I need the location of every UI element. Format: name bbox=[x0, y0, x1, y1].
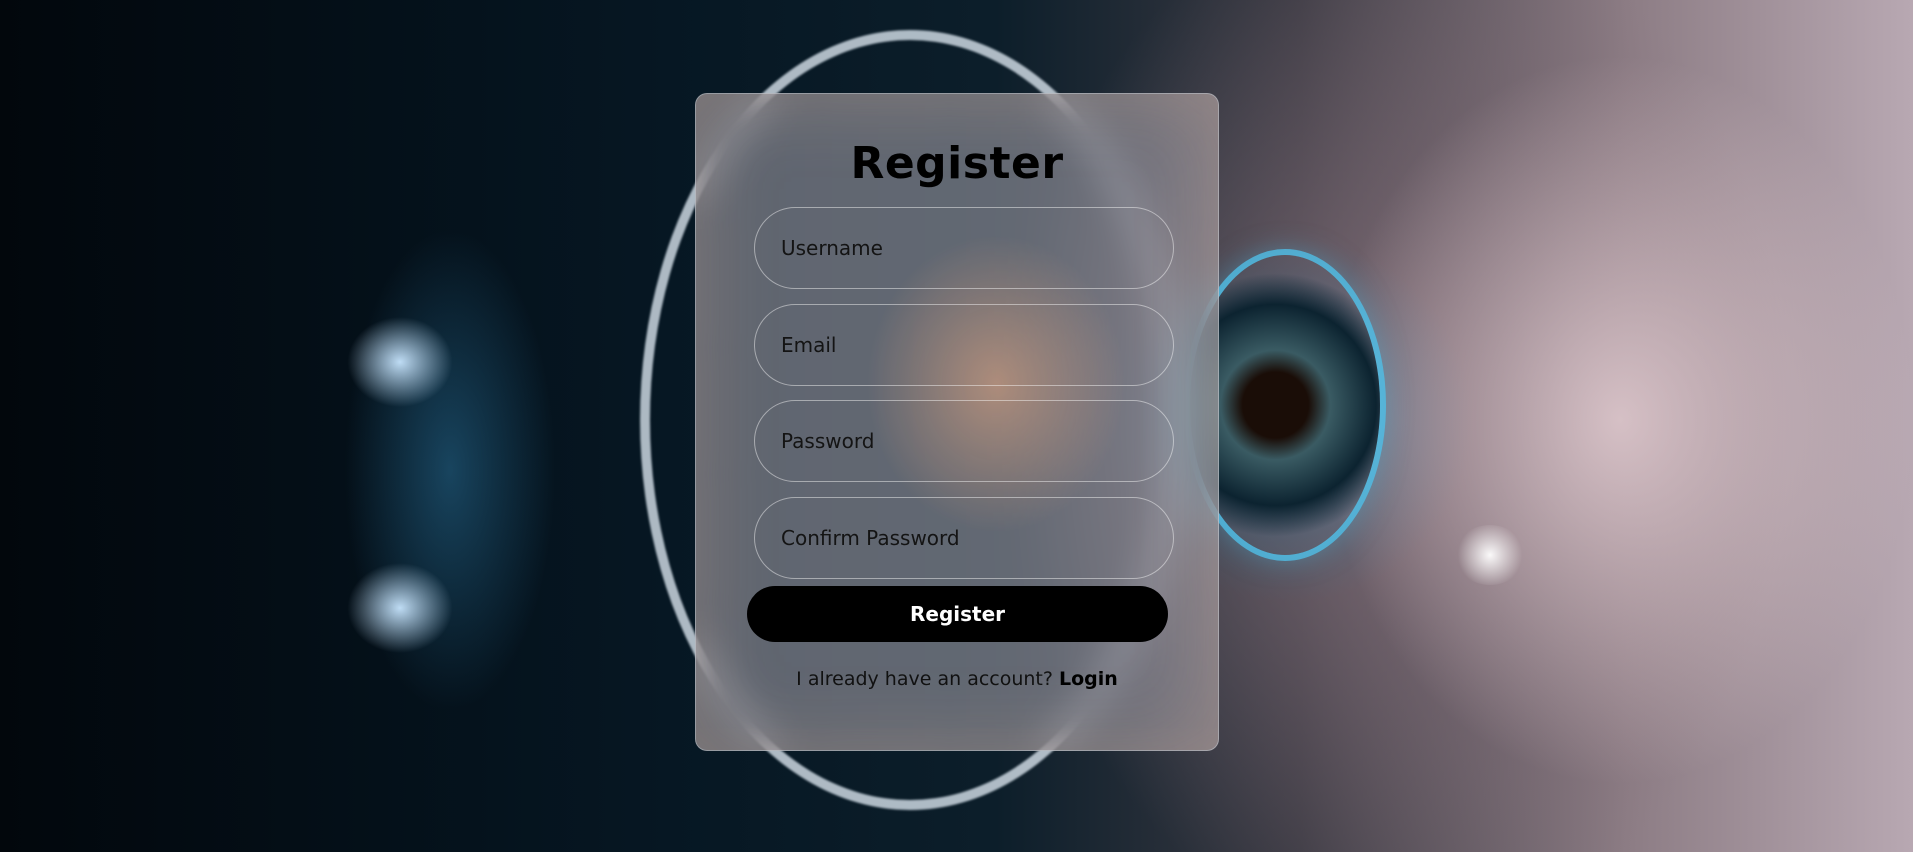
password-input[interactable] bbox=[754, 400, 1174, 482]
login-prompt: I already have an account? Login bbox=[696, 668, 1218, 690]
login-link[interactable]: Login bbox=[1059, 668, 1118, 690]
login-prompt-text: I already have an account? bbox=[796, 668, 1053, 690]
register-button[interactable]: Register bbox=[747, 586, 1168, 642]
confirm-password-input[interactable] bbox=[754, 497, 1174, 579]
page-title: Register bbox=[850, 138, 1064, 189]
register-card: Register Register I already have an acco… bbox=[695, 93, 1219, 751]
email-input[interactable] bbox=[754, 304, 1174, 386]
username-input[interactable] bbox=[754, 207, 1174, 289]
tear-highlight-graphic bbox=[1455, 525, 1525, 585]
